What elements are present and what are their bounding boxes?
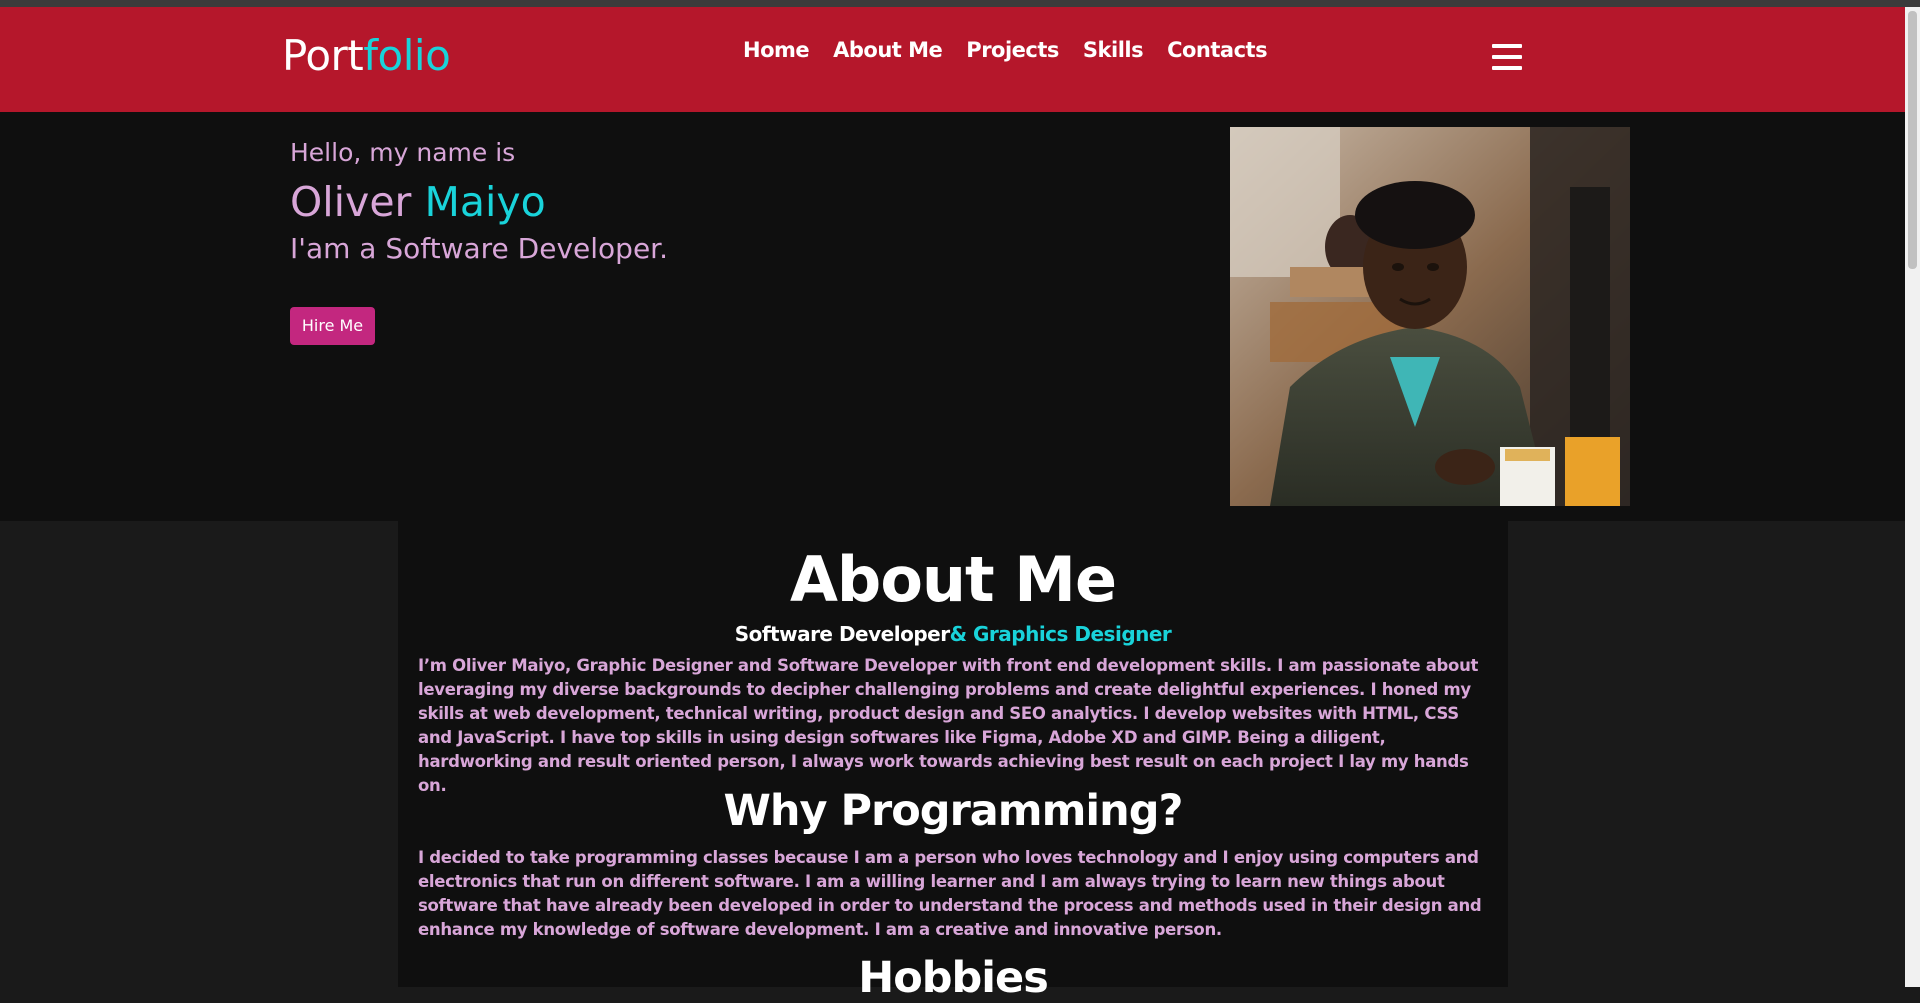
- hamburger-bar: [1492, 55, 1522, 59]
- hamburger-bar: [1492, 66, 1522, 70]
- hero-first-name: Oliver: [290, 178, 412, 226]
- why-programming-title: Why Programming?: [723, 786, 1184, 836]
- hero-greeting: Hello, my name is: [290, 138, 516, 167]
- nav-link-home[interactable]: Home: [743, 38, 810, 62]
- hobbies-title: Hobbies: [858, 953, 1049, 1003]
- profile-photo-illustration: [1230, 127, 1630, 506]
- nav-link-about-me[interactable]: About Me: [833, 38, 943, 62]
- hamburger-menu-icon[interactable]: [1492, 44, 1522, 70]
- browser-top-strip: [0, 0, 1920, 7]
- logo-text-primary: Port: [282, 31, 364, 80]
- hero-role: I'am a Software Developer.: [290, 232, 669, 265]
- nav-menu: Home About Me Projects Skills Contacts: [743, 38, 1291, 62]
- navbar: Portfolio Home About Me Projects Skills …: [0, 7, 1905, 112]
- about-subtitle: Software Developer& Graphics Designer: [398, 622, 1508, 646]
- hero-last-name: Maiyo: [424, 178, 546, 226]
- profile-photo: [1230, 127, 1630, 506]
- about-title: About Me: [789, 543, 1117, 616]
- scrollbar-thumb[interactable]: [1908, 11, 1917, 269]
- nav-link-projects[interactable]: Projects: [966, 38, 1059, 62]
- hero-section: Hello, my name is Oliver Maiyo I'am a So…: [0, 112, 1905, 521]
- why-programming-paragraph: I decided to take programming classes be…: [418, 848, 1482, 939]
- page-scrollbar[interactable]: [1905, 7, 1920, 987]
- about-subtitle-main: Software Developer: [734, 622, 950, 646]
- hero-name: Oliver Maiyo: [290, 178, 546, 226]
- logo-text-accent: folio: [363, 31, 451, 80]
- logo[interactable]: Portfolio: [282, 31, 451, 80]
- about-paragraph: I’m Oliver Maiyo, Graphic Designer and S…: [418, 656, 1479, 795]
- nav-link-contacts[interactable]: Contacts: [1167, 38, 1268, 62]
- about-section: About Me Software Developer& Graphics De…: [398, 521, 1508, 1003]
- nav-link-skills[interactable]: Skills: [1083, 38, 1144, 62]
- hamburger-bar: [1492, 44, 1522, 48]
- about-subtitle-accent: & Graphics Designer: [949, 622, 1172, 646]
- hire-me-button[interactable]: Hire Me: [290, 307, 375, 345]
